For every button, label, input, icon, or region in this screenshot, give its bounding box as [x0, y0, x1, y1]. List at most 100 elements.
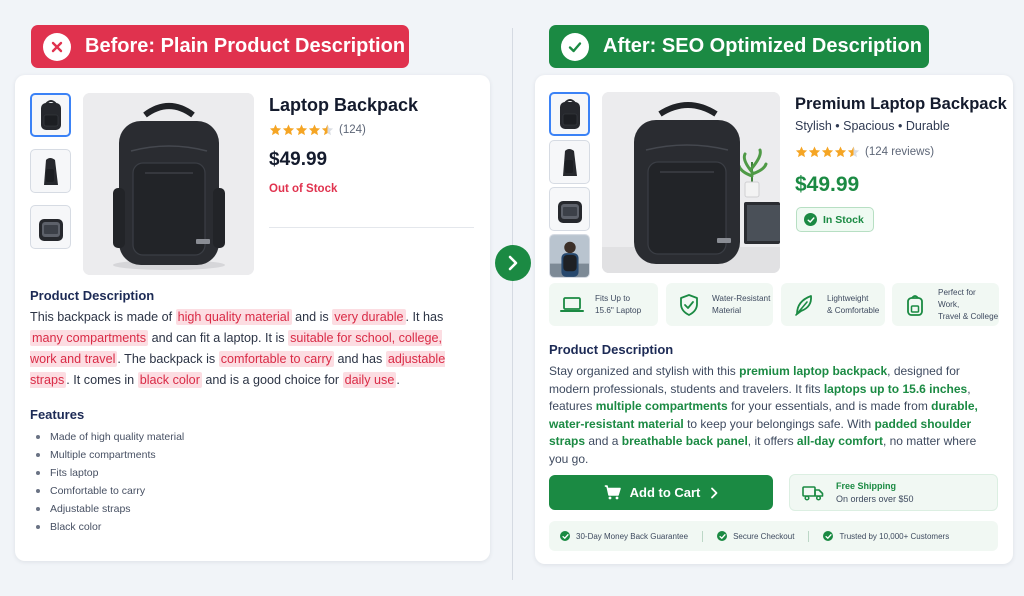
feature-item: Black color: [36, 518, 184, 536]
product-title: Premium Laptop Backpack: [795, 95, 1007, 113]
stock-status-badge: In Stock: [796, 207, 874, 232]
star-icon: [282, 124, 295, 136]
feature-item: Fits laptop: [36, 464, 184, 482]
star-icon: [295, 124, 308, 136]
thumbnail-lifestyle[interactable]: [549, 234, 590, 278]
check-icon: [560, 531, 570, 541]
trust-item-trusted: Trusted by 10,000+ Customers: [823, 531, 949, 541]
description-text: for your essentials, and is made from: [727, 399, 932, 413]
highlighted-phrase: very durable: [332, 309, 406, 325]
backpack-icon: [900, 290, 930, 320]
description-text: , it offers: [747, 434, 797, 448]
feature-item: Comfortable to carry: [36, 482, 184, 500]
product-main-image: [602, 92, 780, 273]
product-rating: (124): [269, 124, 366, 136]
feature-label: Comfortable to carry: [50, 485, 146, 497]
check-icon: [804, 213, 817, 226]
feature-text: Fits Up to 15.6" Laptop: [595, 293, 642, 315]
highlighted-phrase: high quality material: [175, 309, 292, 325]
thumbnail-front[interactable]: [30, 93, 71, 137]
feature-label: Made of high quality material: [50, 431, 185, 443]
bullet-icon: [36, 525, 40, 529]
description-text: to keep your belongings safe. With: [683, 416, 875, 431]
thumbnail-open[interactable]: [30, 205, 71, 249]
feather-icon: [789, 290, 819, 320]
feature-text: Lightweight & Comfortable: [827, 293, 880, 315]
separator: [269, 227, 474, 228]
rating-count: (124 reviews): [865, 146, 935, 158]
features-heading: Features: [30, 407, 85, 422]
check-circle-icon: [561, 32, 589, 61]
thumbnail-front[interactable]: [549, 92, 590, 136]
description-text: and a: [585, 434, 622, 448]
product-subtitle: Stylish • Spacious • Durable: [795, 119, 950, 133]
thumbnail-open[interactable]: [549, 187, 590, 231]
description-text: . The backpack is: [117, 352, 219, 366]
highlighted-phrase: daily use: [342, 372, 397, 388]
feature-item: Adjustable straps: [36, 500, 184, 518]
description-text: Stay organized and stylish with this: [549, 364, 740, 378]
description-text: and is a good choice for: [201, 373, 343, 387]
product-title: Laptop Backpack: [269, 95, 419, 115]
trust-label: Secure Checkout: [733, 531, 795, 541]
product-description: This backpack is made of high quality ma…: [30, 307, 460, 391]
thumbnail-side[interactable]: [30, 149, 71, 193]
trust-separator: [702, 530, 704, 542]
feature-item: Made of high quality material: [36, 428, 184, 446]
before-banner: Before: Plain Product Description: [31, 25, 409, 68]
trust-label: 30-Day Money Back Guarantee: [576, 531, 689, 541]
thumbnail-side[interactable]: [549, 140, 590, 184]
seo-keyword: premium laptop backpack: [739, 364, 888, 378]
bullet-icon: [36, 471, 40, 475]
description-text: .: [396, 373, 400, 387]
close-circle-icon: [43, 32, 71, 61]
feature-label: Fits laptop: [50, 467, 99, 479]
product-description: Stay organized and stylish with this pre…: [549, 363, 989, 468]
star-icon: [321, 124, 334, 136]
feature-label: Adjustable straps: [50, 503, 131, 515]
shipping-subtitle: On orders over $50: [836, 493, 914, 504]
trust-item-secure: Secure Checkout: [717, 531, 794, 541]
check-icon: [717, 531, 728, 541]
star-icon: [847, 146, 860, 158]
bullet-icon: [36, 435, 40, 439]
seo-keyword: breathable back panel: [621, 434, 748, 448]
rating-count: (124): [339, 124, 366, 136]
laptop-icon: [557, 290, 587, 320]
bullet-icon: [36, 507, 40, 511]
description-text: and can fit a laptop. It is: [148, 331, 289, 345]
star-icon: [795, 146, 808, 158]
highlighted-phrase: many compartments: [30, 330, 149, 346]
chevron-right-icon: [710, 487, 718, 499]
product-rating: (124 reviews): [795, 146, 934, 158]
product-main-image: [83, 93, 254, 275]
before-banner-title: Before: Plain Product Description: [85, 35, 406, 57]
description-text: . It comes in: [66, 373, 138, 387]
trust-label: Trusted by 10,000+ Customers: [839, 531, 950, 541]
arrow-right-icon: [495, 245, 531, 281]
star-icon: [821, 146, 834, 158]
features-list: Made of high quality material Multiple co…: [36, 428, 184, 536]
feature-item: Multiple compartments: [36, 446, 184, 464]
shield-icon: [674, 290, 704, 320]
feature-box-laptop: Fits Up to 15.6" Laptop: [549, 283, 658, 326]
add-to-cart-button[interactable]: Add to Cart: [549, 475, 773, 510]
after-banner-title: After: SEO Optimized Description: [603, 35, 922, 57]
add-to-cart-label: Add to Cart: [629, 485, 701, 500]
free-shipping-box: Free Shipping On orders over $50: [789, 474, 998, 511]
after-banner: After: SEO Optimized Description: [549, 25, 929, 68]
rating-stars: [795, 146, 860, 158]
star-icon: [808, 146, 821, 158]
seo-keyword: laptops up to 15.6 inches: [823, 381, 968, 396]
seo-keyword: all-day comfort: [796, 434, 883, 448]
rating-stars: [269, 124, 334, 136]
description-text: This backpack is made of: [30, 310, 176, 324]
comparison-divider: [512, 28, 513, 580]
feature-text: Perfect for Work, Travel & College: [938, 287, 999, 321]
product-price: $49.99: [795, 173, 860, 196]
stock-status: Out of Stock: [269, 183, 338, 195]
product-price: $49.99: [269, 149, 328, 170]
description-text: . It has: [405, 310, 444, 324]
truck-icon: [802, 485, 824, 501]
feature-box-lightweight: Lightweight & Comfortable: [781, 283, 885, 326]
